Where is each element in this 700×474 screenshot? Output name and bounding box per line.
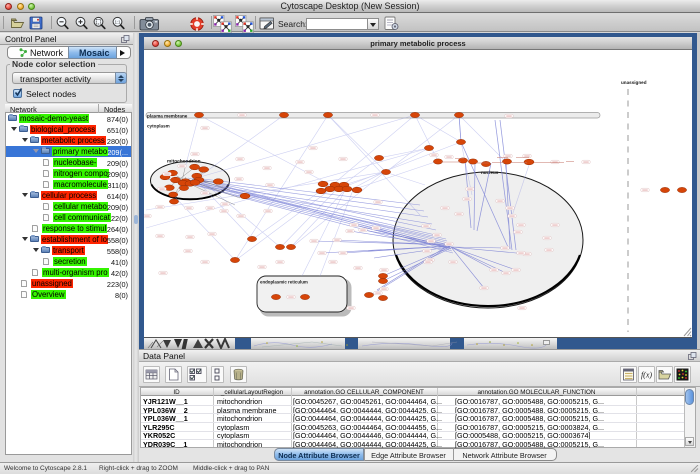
svg-text:mitochondrion: mitochondrion — [167, 159, 201, 165]
svg-text:plasma membrane: plasma membrane — [147, 113, 188, 118]
svg-text:cytoplasm: cytoplasm — [147, 124, 170, 129]
svg-text:unassigned: unassigned — [621, 80, 647, 85]
svg-text:1:1: 1:1 — [115, 20, 121, 25]
svg-text:nucleus: nucleus — [481, 170, 499, 175]
svg-text:f(x): f(x) — [641, 371, 652, 380]
svg-text:endoplasmic reticulum: endoplasmic reticulum — [260, 280, 308, 285]
